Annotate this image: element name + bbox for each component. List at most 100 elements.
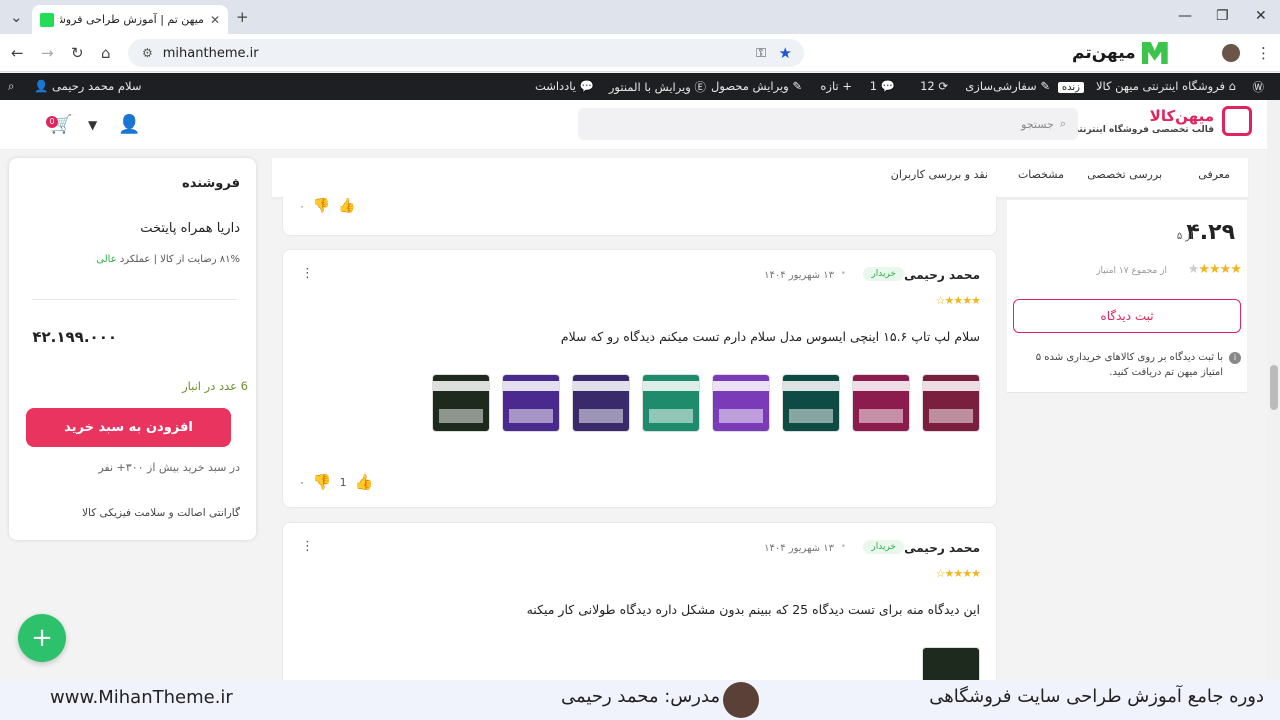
- separator-dot: •: [840, 269, 846, 279]
- address-bar[interactable]: ⚙ mihantheme.ir ⚿ ★: [128, 39, 804, 67]
- brand-name: میهن‌کالا: [1149, 107, 1214, 125]
- tab-title: میهن تم | آموزش طراحی فروشگاه: [60, 13, 204, 26]
- admin-search-icon[interactable]: ⌕: [8, 79, 14, 94]
- profile-brand: میهن‌تم: [1072, 42, 1168, 64]
- close-window-icon[interactable]: ✕: [1255, 8, 1267, 24]
- review-image-thumbnail[interactable]: [852, 374, 910, 432]
- scrollbar-thumb[interactable]: [1270, 365, 1278, 410]
- site-brand[interactable]: میهن‌کالا قالب تخصصی فروشگاه اینترنتی: [1070, 106, 1252, 136]
- like-count: 1: [339, 475, 347, 489]
- dislike-icon[interactable]: 👎: [313, 473, 332, 491]
- tab-specs[interactable]: مشخصات: [1018, 168, 1064, 181]
- cart-count-badge: 0: [46, 116, 58, 128]
- review-card: محمد رحیمی خریدار • ۱۳ شهریور ۱۴۰۴ ⋮ ★★★…: [282, 249, 997, 508]
- review-image-thumbnail[interactable]: [572, 374, 630, 432]
- seller-satisfaction: ۸۱% رضایت از کالا | عملکرد: [119, 254, 240, 265]
- like-icon[interactable]: 👍: [338, 198, 355, 214]
- more-options-icon[interactable]: ⋮: [301, 266, 314, 281]
- caret-down-icon[interactable]: ▼: [88, 118, 97, 132]
- site-info-icon[interactable]: ⚙: [142, 46, 153, 60]
- bookmark-star-icon[interactable]: ★: [779, 44, 792, 62]
- course-banner: دوره جامع آموزش طراحی سایت فروشگاهی مدرس…: [0, 680, 1280, 720]
- dislike-count: ۰: [299, 475, 305, 489]
- edit-product-label: ویرایش محصول: [711, 79, 789, 93]
- tab-user-reviews[interactable]: نقد و بررسی کاربران: [891, 168, 988, 181]
- admin-notes[interactable]: 💬 یادداشت: [535, 79, 594, 93]
- browser-menu-icon[interactable]: ⋮: [1256, 44, 1271, 62]
- review-image-thumbnail[interactable]: [782, 374, 840, 432]
- new-label: تازه: [820, 79, 839, 93]
- new-tab-icon[interactable]: +: [236, 8, 249, 26]
- admin-new[interactable]: + تازه: [820, 79, 852, 93]
- review-text: سلام لپ تاپ ۱۵.۶ اینچی ایسوس مدل سلام دا…: [560, 329, 980, 344]
- site-header: میهن‌کالا قالب تخصصی فروشگاه اینترنتی ⌕ …: [0, 100, 1280, 150]
- rating-summary: ۴.۲۹ از ۵ ★★★★★ از مجموع ۱۷ امتیاز ثبت د…: [1007, 200, 1247, 393]
- live-badge: زنده: [1054, 79, 1084, 93]
- seller-stats: ۸۱% رضایت از کالا | عملکرد عالی: [96, 254, 240, 265]
- site-search-input[interactable]: ⌕ جستجو: [578, 108, 1078, 140]
- review-reward-note: i با ثبت دیدگاه بر روی کالاهای خریداری ش…: [1021, 350, 1241, 380]
- admin-site-link[interactable]: ⌂ فروشگاه اینترنتی میهن کالا: [1096, 79, 1236, 93]
- submit-review-button[interactable]: ثبت دیدگاه: [1013, 299, 1241, 333]
- minimize-icon[interactable]: —: [1178, 8, 1192, 24]
- review-stars: ★★★★☆: [935, 294, 981, 307]
- updates-count: 12: [920, 79, 935, 93]
- rating-score: ۴.۲۹: [1186, 220, 1235, 245]
- rating-score-of: از ۵: [1176, 231, 1193, 242]
- cart-buyers-count: در سبد خرید بیش از ۳۰۰+ نفر: [98, 461, 240, 474]
- admin-site-name: فروشگاه اینترنتی میهن کالا: [1095, 79, 1226, 93]
- forward-icon[interactable]: →: [41, 44, 54, 62]
- profile-avatar[interactable]: [1222, 44, 1240, 62]
- profile-brand-text: میهن‌تم: [1072, 43, 1136, 63]
- home-icon[interactable]: ⌂: [101, 44, 111, 62]
- seller-title: فروشنده: [182, 176, 240, 191]
- info-icon: i: [1229, 352, 1241, 364]
- separator-dot: •: [840, 542, 846, 552]
- edit-elementor-label: ویرایش با المنتور: [608, 80, 691, 94]
- buyer-badge: خریدار: [863, 540, 904, 554]
- site-favicon-icon: [40, 12, 54, 27]
- admin-updates[interactable]: ⟳ 12: [920, 79, 948, 93]
- stock-status: 6 عدد در انبار: [182, 379, 248, 393]
- password-key-icon[interactable]: ⚿: [756, 46, 766, 61]
- buyer-badge: خریدار: [863, 267, 904, 281]
- tab-search-icon[interactable]: ⌄: [10, 8, 23, 26]
- product-price: ۴۲.۱۹۹.۰۰۰: [32, 328, 117, 346]
- browser-tab[interactable]: میهن تم | آموزش طراحی فروشگاه ✕: [32, 5, 228, 34]
- tab-intro[interactable]: معرفی: [1198, 168, 1230, 181]
- page-scrollbar[interactable]: [1267, 100, 1280, 680]
- course-title: دوره جامع آموزش طراحی سایت فروشگاهی: [929, 686, 1264, 707]
- tab-expert-review[interactable]: بررسی تخصصی: [1087, 168, 1162, 181]
- admin-account[interactable]: سلام محمد رحیمی 👤: [34, 79, 142, 93]
- review-text: این دیدگاه منه برای تست دیدگاه 25 که ببی…: [526, 602, 980, 617]
- dislike-icon[interactable]: 👎: [313, 198, 330, 214]
- review-image-thumbnail[interactable]: [432, 374, 490, 432]
- previous-dislike-count: ۰: [299, 199, 305, 213]
- reload-icon[interactable]: ↻: [71, 44, 84, 62]
- admin-edit-elementor[interactable]: Ⓔ ویرایش با المنتور: [609, 79, 706, 95]
- like-icon[interactable]: 👍: [355, 473, 374, 491]
- review-date: ۱۳ شهریور ۱۴۰۴: [764, 543, 834, 554]
- seller-name[interactable]: داریا همراه پایتخت: [140, 221, 240, 236]
- search-placeholder: جستجو: [1021, 117, 1054, 131]
- admin-edit-product[interactable]: ✎ ویرایش محصول: [711, 79, 802, 93]
- add-to-cart-button[interactable]: افزودن به سبد خرید: [26, 408, 231, 447]
- review-image-thumbnail[interactable]: [502, 374, 560, 432]
- maximize-icon[interactable]: ❐: [1216, 8, 1229, 24]
- product-tabs: معرفی بررسی تخصصی مشخصات نقد و بررسی کار…: [272, 158, 1248, 198]
- mihantheme-logo-icon: [1141, 42, 1168, 64]
- back-icon[interactable]: ←: [11, 44, 24, 62]
- review-image-thumbnail[interactable]: [712, 374, 770, 432]
- review-image-thumbnail[interactable]: [922, 374, 980, 432]
- comments-count: 1: [869, 79, 878, 93]
- floating-add-button[interactable]: +: [18, 614, 66, 662]
- admin-comments[interactable]: 💬 1: [870, 79, 895, 93]
- admin-customize[interactable]: ✎ سفارشی‌سازی: [965, 79, 1050, 93]
- close-tab-icon[interactable]: ✕: [210, 13, 220, 27]
- browser-tab-strip: ⌄ میهن تم | آموزش طراحی فروشگاه ✕ + — ❐ …: [0, 0, 1280, 34]
- user-icon[interactable]: 👤: [118, 114, 140, 135]
- banner-url: www.MihanTheme.ir: [50, 687, 233, 708]
- more-options-icon[interactable]: ⋮: [301, 539, 314, 554]
- wordpress-logo-icon[interactable]: Ⓦ: [1253, 79, 1265, 95]
- review-image-thumbnail[interactable]: [642, 374, 700, 432]
